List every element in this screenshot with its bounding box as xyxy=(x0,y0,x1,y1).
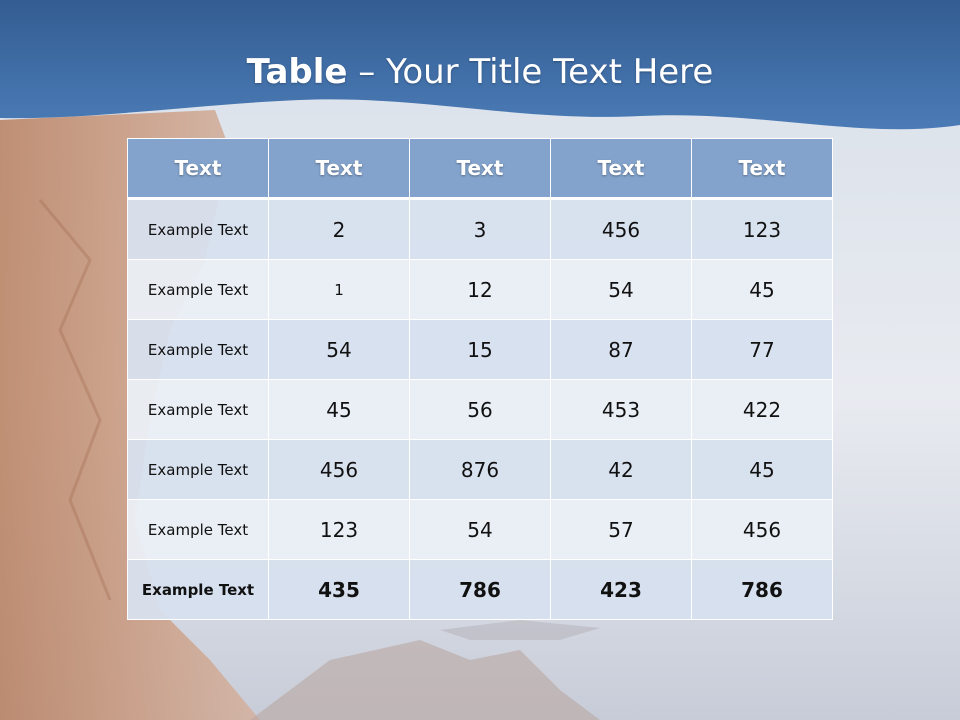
table-cell: 422 xyxy=(691,379,833,440)
table-cell: 45 xyxy=(691,439,833,500)
table-row: Example Text 456 876 42 45 xyxy=(127,439,833,500)
column-header: Text xyxy=(550,138,692,200)
row-label: Example Text xyxy=(127,499,269,560)
table-cell: 123 xyxy=(691,198,833,260)
table-cell: 45 xyxy=(691,259,833,320)
table-cell: 876 xyxy=(409,439,551,500)
column-header: Text xyxy=(127,138,269,200)
slide-title-rest: – Your Title Text Here xyxy=(347,52,714,92)
table-cell: 54 xyxy=(409,499,551,560)
table-cell: 453 xyxy=(550,379,692,440)
row-label: Example Text xyxy=(127,259,269,320)
table-cell: 423 xyxy=(550,559,692,620)
table-cell: 456 xyxy=(691,499,833,560)
row-label: Example Text xyxy=(127,559,269,620)
slide-title-bold: Table xyxy=(246,52,348,92)
row-label: Example Text xyxy=(127,198,269,260)
table-cell: 1 xyxy=(268,259,410,320)
table-row: Example Text 54 15 87 77 xyxy=(127,319,833,380)
data-table: Text Text Text Text Text Example Text 2 … xyxy=(127,138,833,620)
table-cell: 57 xyxy=(550,499,692,560)
table-header-row: Text Text Text Text Text xyxy=(127,138,833,200)
slide-title: Table – Your Title Text Here xyxy=(0,52,960,92)
table-total-row: Example Text 435 786 423 786 xyxy=(127,559,833,620)
table-cell: 54 xyxy=(550,259,692,320)
table-cell: 15 xyxy=(409,319,551,380)
row-label: Example Text xyxy=(127,379,269,440)
table-cell: 2 xyxy=(268,198,410,260)
table-cell: 42 xyxy=(550,439,692,500)
table-cell: 456 xyxy=(550,198,692,260)
table-row: Example Text 1 12 54 45 xyxy=(127,259,833,320)
column-header: Text xyxy=(409,138,551,200)
table-cell: 456 xyxy=(268,439,410,500)
table-row: Example Text 123 54 57 456 xyxy=(127,499,833,560)
table-cell: 12 xyxy=(409,259,551,320)
table-cell: 77 xyxy=(691,319,833,380)
table-cell: 45 xyxy=(268,379,410,440)
row-label: Example Text xyxy=(127,319,269,380)
table-row: Example Text 2 3 456 123 xyxy=(127,198,833,260)
table-cell: 786 xyxy=(691,559,833,620)
table-cell: 786 xyxy=(409,559,551,620)
table-cell: 54 xyxy=(268,319,410,380)
table-row: Example Text 45 56 453 422 xyxy=(127,379,833,440)
table-cell: 123 xyxy=(268,499,410,560)
table-cell: 435 xyxy=(268,559,410,620)
column-header: Text xyxy=(268,138,410,200)
table-cell: 87 xyxy=(550,319,692,380)
column-header: Text xyxy=(691,138,833,200)
table-cell: 3 xyxy=(409,198,551,260)
row-label: Example Text xyxy=(127,439,269,500)
table-cell: 56 xyxy=(409,379,551,440)
